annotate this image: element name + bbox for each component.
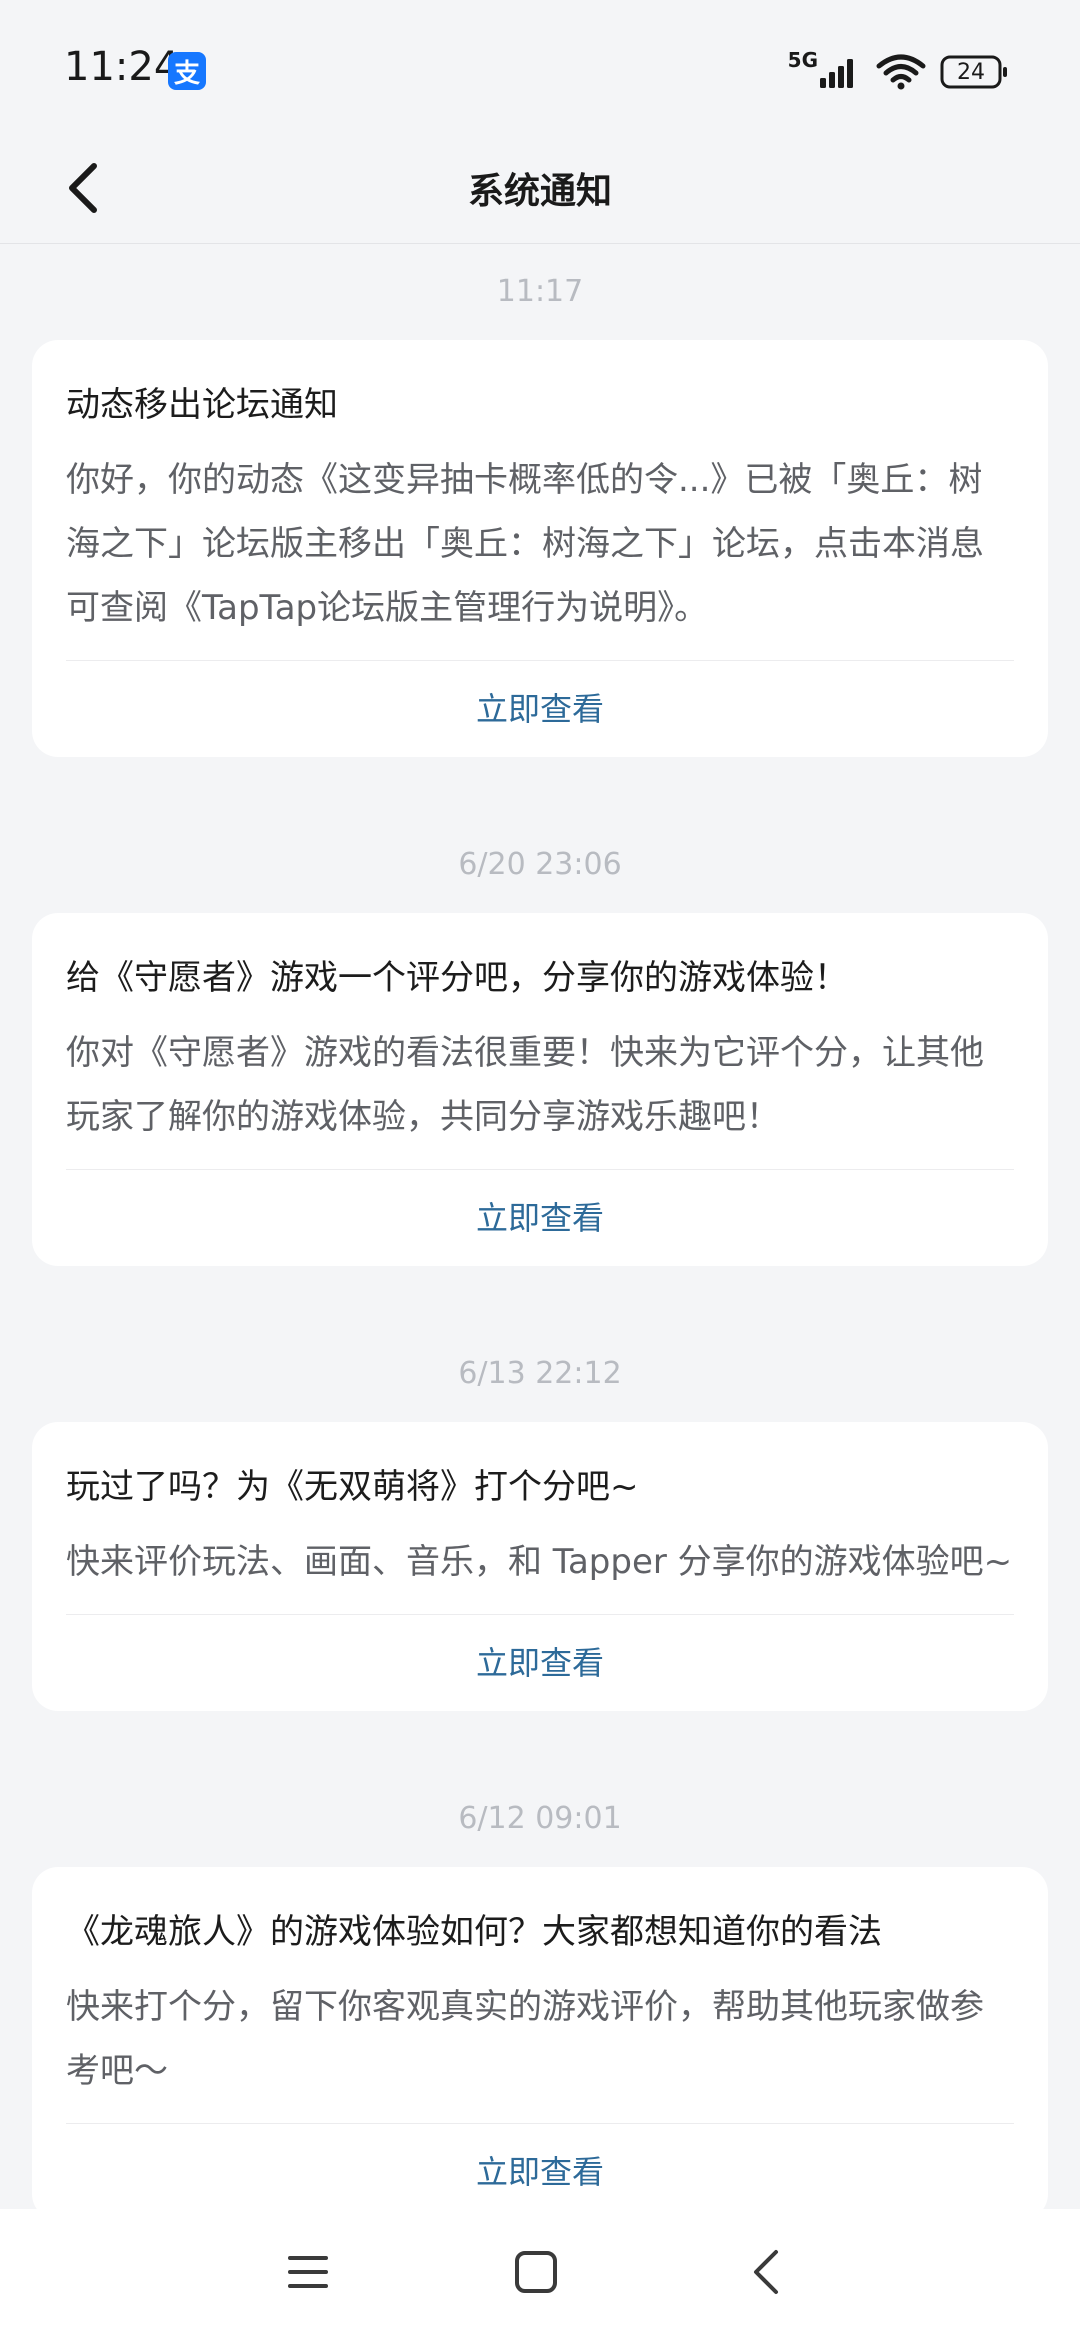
notification-card[interactable]: 动态移出论坛通知 你好，你的动态《这变异抽卡概率低的令...》已被「奥丘：树海之…: [32, 340, 1048, 757]
page-title: 系统通知: [467, 171, 612, 212]
notification-title: 给《守愿者》游戏一个评分吧，分享你的游戏体验！: [66, 958, 848, 998]
status-indicators: 5G 24: [787, 48, 1010, 94]
nav-back-button[interactable]: [726, 2234, 806, 2314]
status-bar: 11:24 支 5G 24: [0, 0, 1080, 140]
view-now-button[interactable]: 立即查看: [66, 661, 1014, 757]
notification-section: 6/20 23:06 给《守愿者》游戏一个评分吧，分享你的游戏体验！ 你对《守愿…: [0, 817, 1080, 1266]
signal-icon: [820, 56, 860, 88]
header: 系统通知: [0, 140, 1080, 244]
notification-body: 快来评价玩法、画面、音乐，和 Tapper 分享你的游戏体验吧~: [66, 1542, 1013, 1582]
notification-section: 6/13 22:12 玩过了吗？为《无双萌将》打个分吧~ 快来评价玩法、画面、音…: [0, 1326, 1080, 1711]
system-navigation-bar: [0, 2209, 1080, 2339]
notification-body: 快来打个分，留下你客观真实的游戏评价，帮助其他玩家做参考吧～: [66, 1987, 984, 2091]
notification-title: 玩过了吗？为《无双萌将》打个分吧~: [66, 1467, 639, 1507]
wifi-icon: [876, 54, 926, 90]
alipay-icon: 支: [168, 52, 206, 90]
notification-card[interactable]: 玩过了吗？为《无双萌将》打个分吧~ 快来评价玩法、画面、音乐，和 Tapper …: [32, 1422, 1048, 1711]
notification-body: 你对《守愿者》游戏的看法很重要！快来为它评个分，让其他玩家了解你的游戏体验，共同…: [66, 1033, 984, 1137]
battery-level: 24: [957, 59, 985, 85]
notification-card[interactable]: 《龙魂旅人》的游戏体验如何？大家都想知道你的看法 快来打个分，留下你客观真实的游…: [32, 1867, 1048, 2209]
network-type: 5G: [787, 48, 818, 72]
notification-timestamp: 6/12 09:01: [458, 1801, 622, 1836]
nav-home-button[interactable]: [496, 2234, 576, 2314]
notification-timestamp: 11:17: [496, 274, 584, 309]
battery-icon: 24: [940, 54, 1010, 90]
notification-timestamp: 6/20 23:06: [458, 847, 622, 882]
notification-body: 你好，你的动态《这变异抽卡概率低的令...》已被「奥丘：树海之下」论坛版主移出「…: [66, 460, 984, 628]
menu-icon: [286, 2252, 330, 2296]
notification-card[interactable]: 给《守愿者》游戏一个评分吧，分享你的游戏体验！ 你对《守愿者》游戏的看法很重要！…: [32, 913, 1048, 1266]
notification-feed[interactable]: 11:17 动态移出论坛通知 你好，你的动态《这变异抽卡概率低的令...》已被「…: [0, 244, 1080, 2209]
notification-title: 动态移出论坛通知: [66, 385, 338, 425]
view-now-button[interactable]: 立即查看: [66, 1615, 1014, 1711]
view-now-button[interactable]: 立即查看: [66, 1170, 1014, 1266]
square-home-icon: [514, 2250, 558, 2298]
view-now-button[interactable]: 立即查看: [66, 2124, 1014, 2209]
notification-section: 6/12 09:01 《龙魂旅人》的游戏体验如何？大家都想知道你的看法 快来打个…: [0, 1771, 1080, 2209]
chevron-back-icon: [750, 2248, 782, 2300]
notification-title: 《龙魂旅人》的游戏体验如何？大家都想知道你的看法: [66, 1912, 882, 1952]
status-time: 11:24: [64, 44, 180, 90]
nav-menu-button[interactable]: [268, 2234, 348, 2314]
notification-timestamp: 6/13 22:12: [458, 1356, 622, 1391]
notification-section: 11:17 动态移出论坛通知 你好，你的动态《这变异抽卡概率低的令...》已被「…: [0, 244, 1080, 757]
